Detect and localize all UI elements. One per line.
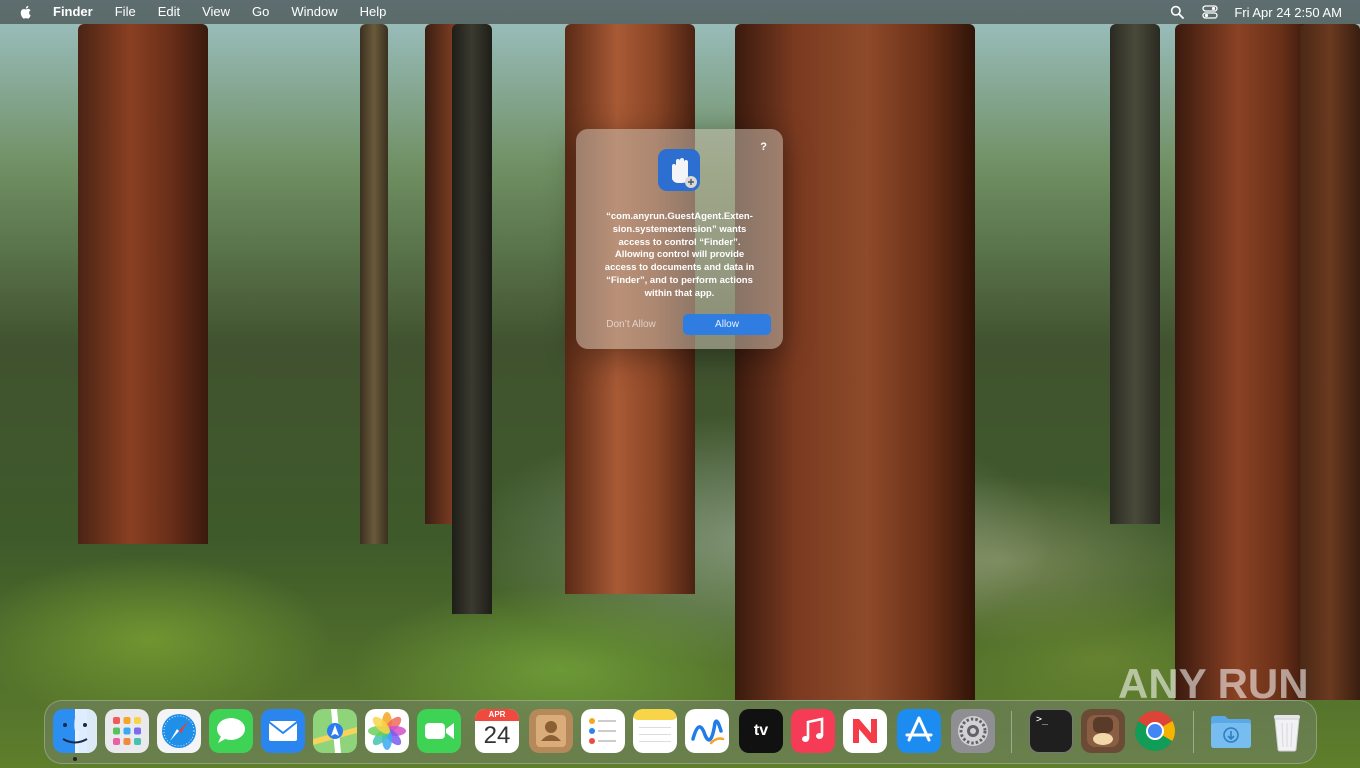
- menu-view[interactable]: View: [191, 0, 241, 24]
- settings-icon[interactable]: [951, 709, 995, 753]
- dialog-message-line: within that app.: [644, 287, 715, 299]
- safari-icon[interactable]: [157, 709, 201, 753]
- music-icon[interactable]: [791, 709, 835, 753]
- dock-divider: [1193, 711, 1194, 753]
- contacts-icon[interactable]: [529, 709, 573, 753]
- app-icon[interactable]: [1081, 709, 1125, 753]
- finder-running-indicator: [73, 757, 77, 761]
- photos-icon[interactable]: [365, 709, 409, 753]
- tv-icon[interactable]: tv: [739, 709, 783, 753]
- facetime-icon[interactable]: [417, 709, 461, 753]
- dock: APR 24 tv >_: [44, 700, 1317, 764]
- help-button[interactable]: ?: [760, 141, 767, 153]
- calendar-month: APR: [475, 709, 519, 721]
- terminal-icon[interactable]: >_: [1029, 709, 1073, 753]
- chrome-icon[interactable]: [1133, 709, 1177, 753]
- menu-edit[interactable]: Edit: [147, 0, 191, 24]
- finder-icon[interactable]: [53, 709, 97, 753]
- launchpad-icon[interactable]: [105, 709, 149, 753]
- wallpaper-trunk: [1300, 24, 1360, 700]
- desktop-wallpaper: [0, 0, 1360, 768]
- wallpaper-trunk: [1110, 24, 1160, 524]
- permission-dialog: ? “com.anyrun.GuestAgent.Exten- sion.sys…: [576, 129, 783, 349]
- wallpaper-trunk: [735, 24, 975, 700]
- downloads-folder-icon[interactable]: [1209, 709, 1253, 753]
- calendar-icon[interactable]: APR 24: [475, 709, 519, 753]
- maps-icon[interactable]: [313, 709, 357, 753]
- menu-window[interactable]: Window: [280, 0, 348, 24]
- allow-button[interactable]: Allow: [683, 314, 771, 335]
- menu-help[interactable]: Help: [349, 0, 398, 24]
- apple-logo-icon[interactable]: [18, 4, 34, 20]
- tv-icon-label: tv: [753, 722, 769, 739]
- news-icon[interactable]: [843, 709, 887, 753]
- app-store-icon[interactable]: [897, 709, 941, 753]
- mail-icon[interactable]: [261, 709, 305, 753]
- wallpaper-trunk: [360, 24, 388, 544]
- dialog-message-line: Allowing control will provide: [614, 249, 745, 261]
- dialog-message: “com.anyrun.GuestAgent.Exten- sion.syste…: [588, 211, 771, 301]
- menu-bar-clock[interactable]: Fri Apr 24 2:50 AM: [1234, 5, 1342, 20]
- messages-icon[interactable]: [209, 709, 253, 753]
- wallpaper-trunk: [452, 24, 492, 614]
- calendar-day: 24: [483, 722, 511, 749]
- dialog-message-line: access to documents and data in: [604, 262, 755, 274]
- wallpaper-trunk: [78, 24, 208, 544]
- notes-icon[interactable]: [633, 709, 677, 753]
- dont-allow-button[interactable]: Don’t Allow: [588, 314, 674, 335]
- dialog-message-line: access to control “Finder”.: [618, 236, 741, 248]
- dialog-message-line: “Finder”, and to perform actions: [606, 274, 753, 286]
- wallpaper-trunk: [1175, 24, 1315, 700]
- dock-divider: [1011, 711, 1012, 753]
- terminal-prompt: >_: [1036, 714, 1049, 725]
- menu-app-finder[interactable]: Finder: [42, 0, 104, 24]
- trash-icon[interactable]: [1265, 709, 1309, 753]
- dialog-message-line: “com.anyrun.GuestAgent.Exten-: [606, 211, 753, 222]
- menu-go[interactable]: Go: [241, 0, 280, 24]
- reminders-icon[interactable]: [581, 709, 625, 753]
- dialog-message-line: sion.systemextension” wants: [612, 223, 747, 235]
- freeform-icon[interactable]: [685, 709, 729, 753]
- spotlight-search-icon[interactable]: [1170, 5, 1185, 19]
- menu-bar: Finder File Edit View Go Window Help Fri…: [0, 0, 1360, 24]
- accessibility-hand-icon: [658, 149, 700, 191]
- menu-file[interactable]: File: [104, 0, 147, 24]
- control-center-icon[interactable]: [1202, 5, 1218, 19]
